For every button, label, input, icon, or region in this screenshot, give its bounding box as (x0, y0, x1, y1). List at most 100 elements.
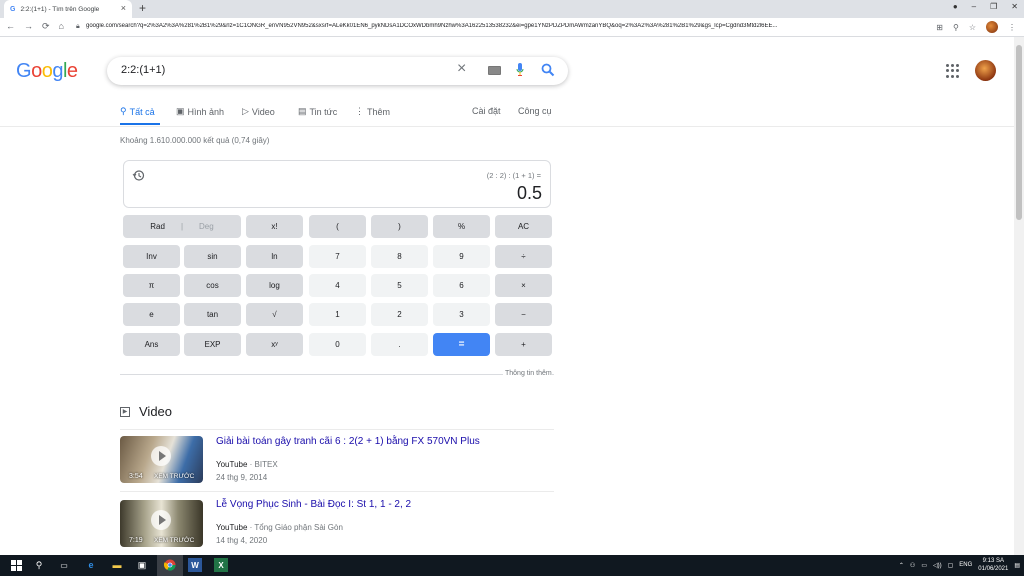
task-view-icon[interactable]: ▭ (57, 558, 71, 572)
close-window-icon[interactable]: ✕ (1011, 2, 1018, 11)
deg-key[interactable]: Deg (199, 222, 214, 231)
digit-2-key[interactable]: 2 (371, 303, 428, 326)
ans-key[interactable]: Ans (123, 333, 180, 356)
pi-key[interactable]: π (123, 274, 180, 297)
scrollbar-thumb[interactable] (1016, 45, 1022, 220)
tab-news[interactable]: ▤ Tin tức (298, 106, 337, 117)
new-tab-button[interactable]: + (139, 1, 146, 15)
video-duration: 3:54 (129, 473, 143, 480)
tab-all[interactable]: ⚲ Tất cả (120, 106, 155, 117)
video-title-link[interactable]: Lễ Vọng Phục Sinh - Bài Đọc I: St 1, 1 -… (216, 499, 411, 510)
profile-indicator-icon[interactable]: ● (953, 2, 958, 11)
decimal-key[interactable]: . (371, 333, 428, 356)
minimize-icon[interactable]: – (972, 2, 976, 11)
edge-icon[interactable]: e (84, 558, 98, 572)
microphone-icon[interactable] (516, 62, 524, 78)
multiply-key[interactable]: × (495, 274, 552, 297)
clear-key[interactable]: AC (495, 215, 552, 238)
ln-key[interactable]: ln (246, 245, 303, 268)
excel-icon[interactable]: X (214, 558, 228, 572)
tab-video[interactable]: ▷ Video (242, 106, 275, 117)
notifications-icon[interactable]: ▤ (1014, 562, 1020, 569)
digit-3-key[interactable]: 3 (433, 303, 490, 326)
sqrt-key[interactable]: √ (246, 303, 303, 326)
video-duration: 7:19 (129, 537, 143, 544)
tab-more-label: Thêm (367, 106, 391, 117)
calculator: (2 : 2) : (1 + 1) = 0.5 Rad | Deg x! ( )… (120, 157, 552, 363)
power-key[interactable]: xʸ (246, 333, 303, 356)
browser-avatar[interactable] (986, 21, 998, 33)
search-box[interactable]: 2:2:(1+1) × (107, 57, 568, 85)
keyboard-icon[interactable] (488, 66, 501, 75)
digit-7-key[interactable]: 7 (309, 245, 366, 268)
translate-icon[interactable]: ⊞ (936, 23, 943, 32)
digit-6-key[interactable]: 6 (433, 274, 490, 297)
video-preview-label: XEM TRƯỚC (154, 537, 195, 544)
left-paren-key[interactable]: ( (309, 215, 366, 238)
page-scrollbar[interactable] (1014, 37, 1024, 555)
exp-key[interactable]: EXP (184, 333, 241, 356)
equals-key[interactable]: = (433, 333, 490, 356)
log-key[interactable]: log (246, 274, 303, 297)
video-divider (120, 491, 554, 492)
close-tab-icon[interactable]: × (121, 3, 126, 13)
cos-key[interactable]: cos (184, 274, 241, 297)
clock[interactable]: 9:13 SA 01/06/2021 (978, 557, 1008, 573)
search-input[interactable]: 2:2:(1+1) (121, 64, 165, 76)
digit-0-key[interactable]: 0 (309, 333, 366, 356)
plus-key[interactable]: + (495, 333, 552, 356)
volume-icon[interactable]: ◁)) (933, 562, 942, 569)
rad-deg-toggle[interactable]: Rad | Deg (123, 215, 241, 238)
zoom-icon[interactable]: ⚲ (953, 23, 959, 32)
minus-key[interactable]: − (495, 303, 552, 326)
tray-expand-icon[interactable]: ⌃ (899, 562, 904, 569)
tab-settings[interactable]: Cài đặt (472, 106, 501, 116)
reload-icon[interactable]: ⟳ (42, 21, 50, 32)
tan-key[interactable]: tan (184, 303, 241, 326)
back-icon[interactable]: ← (6, 21, 15, 32)
restore-icon[interactable]: ❐ (990, 2, 997, 11)
menu-kebab-icon[interactable]: ⋮ (1008, 23, 1016, 32)
search-icon[interactable]: ⚲ (32, 558, 46, 572)
digit-5-key[interactable]: 5 (371, 274, 428, 297)
file-explorer-icon[interactable]: ▬ (110, 558, 124, 572)
rad-key[interactable]: Rad (150, 222, 165, 231)
digit-9-key[interactable]: 9 (433, 245, 490, 268)
inverse-key[interactable]: Inv (123, 245, 180, 268)
digit-1-key[interactable]: 1 (309, 303, 366, 326)
video-title-link[interactable]: Giải bài toán gây tranh cãi 6 : 2(2 + 1)… (216, 436, 480, 447)
tab-images[interactable]: ▣ Hình ảnh (176, 106, 224, 117)
google-apps-icon[interactable] (946, 64, 960, 78)
search-icon[interactable] (541, 63, 555, 77)
windows-start-icon[interactable] (9, 558, 23, 572)
word-icon[interactable]: W (188, 558, 202, 572)
more-info-link[interactable]: Thông tin thêm (503, 370, 552, 377)
history-icon[interactable] (132, 169, 145, 182)
factorial-key[interactable]: x! (246, 215, 303, 238)
network-icon[interactable]: ▭ (921, 562, 927, 569)
bookmark-star-icon[interactable]: ☆ (969, 23, 976, 32)
google-logo[interactable]: Google (16, 60, 78, 83)
tab-tools[interactable]: Công cụ (518, 106, 552, 116)
digit-4-key[interactable]: 4 (309, 274, 366, 297)
percent-key[interactable]: % (433, 215, 490, 238)
video-thumbnail[interactable]: 7:19 XEM TRƯỚC (120, 500, 203, 547)
store-icon[interactable]: ▣ (135, 558, 149, 572)
home-icon[interactable]: ⌂ (59, 21, 64, 32)
video-thumbnail[interactable]: 3:54 XEM TRƯỚC (120, 436, 203, 483)
divide-key[interactable]: ÷ (495, 245, 552, 268)
chrome-icon[interactable] (163, 558, 177, 572)
forward-icon[interactable]: → (24, 21, 33, 32)
clear-search-icon[interactable]: × (457, 60, 466, 78)
account-avatar[interactable] (975, 60, 996, 81)
language-indicator[interactable]: ENG (959, 562, 972, 568)
e-key[interactable]: e (123, 303, 180, 326)
url-field[interactable]: google.com/search?q=2%3A2%3A%281%2B1%29&… (86, 23, 928, 29)
right-paren-key[interactable]: ) (371, 215, 428, 238)
sin-key[interactable]: sin (184, 245, 241, 268)
tab-more[interactable]: ⋮ Thêm (355, 106, 390, 117)
people-icon[interactable]: ⚇ (910, 562, 915, 569)
digit-8-key[interactable]: 8 (371, 245, 428, 268)
browser-tab[interactable]: G 2:2:(1+1) - Tìm trên Google × (4, 0, 132, 18)
message-icon[interactable]: ▢ (948, 562, 954, 569)
